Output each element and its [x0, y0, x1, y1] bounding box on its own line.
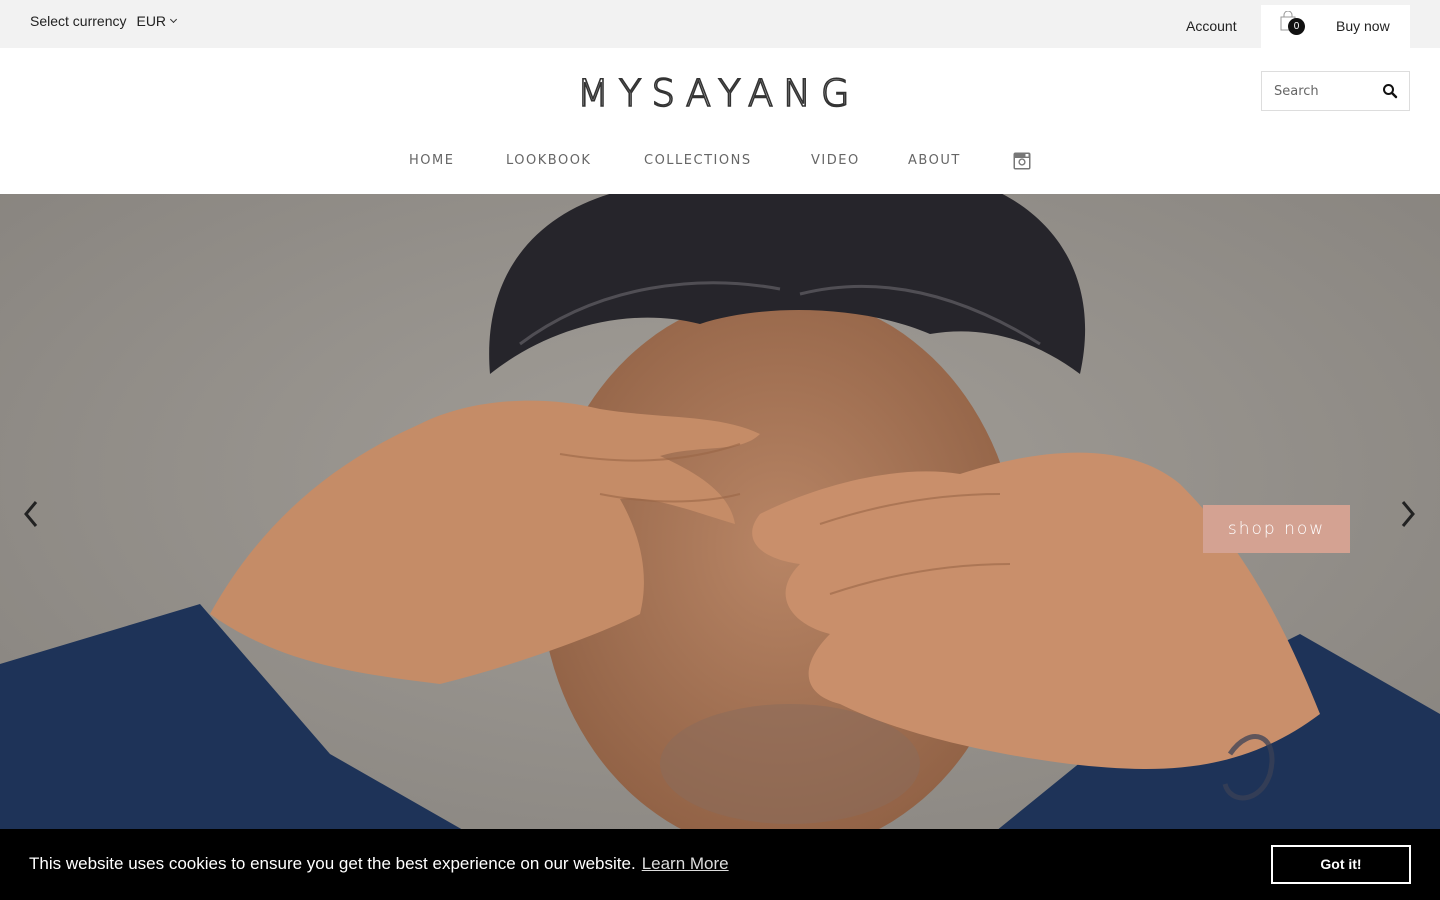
cookie-message: This website uses cookies to ensure you … [29, 854, 729, 874]
cookie-accept-button[interactable]: Got it! [1271, 845, 1411, 884]
nav-collections[interactable]: COLLECTIONS [644, 153, 752, 168]
cart-area[interactable]: 0 Buy now [1261, 5, 1410, 48]
nav-video[interactable]: VIDEO [811, 153, 860, 168]
nav-lookbook[interactable]: LOOKBOOK [506, 153, 591, 168]
buy-now-link[interactable]: Buy now [1336, 18, 1390, 34]
currency-dropdown[interactable]: EUR [136, 13, 178, 29]
slider-next-arrow[interactable] [1398, 499, 1418, 529]
svg-text:MYSAYANG: MYSAYANG [577, 74, 860, 110]
chevron-down-icon [170, 15, 178, 24]
search-box [1261, 71, 1410, 111]
search-input[interactable] [1262, 72, 1377, 110]
nav-home[interactable]: HOME [409, 153, 454, 168]
search-icon[interactable] [1382, 83, 1398, 99]
account-link[interactable]: Account [1186, 18, 1237, 34]
instagram-icon[interactable] [1013, 152, 1031, 170]
cart-count-badge: 0 [1288, 18, 1305, 35]
cookie-text: This website uses cookies to ensure you … [29, 854, 636, 873]
currency-value: EUR [136, 13, 167, 29]
currency-selector: Select currency EUR [30, 13, 178, 29]
top-bar: Select currency EUR Account 0 Buy now [0, 0, 1440, 48]
main-nav: HOME LOOKBOOK COLLECTIONS VIDEO ABOUT [0, 146, 1440, 178]
logo-wordmark: MYSAYANG [576, 71, 860, 116]
site-logo[interactable]: MYSAYANG [576, 71, 867, 116]
shop-now-button[interactable]: shop now [1203, 505, 1350, 553]
cookie-banner: This website uses cookies to ensure you … [0, 829, 1440, 900]
slider-prev-arrow[interactable] [21, 499, 41, 529]
hero-slider: shop now [0, 194, 1440, 900]
currency-label: Select currency [30, 13, 127, 29]
learn-more-link[interactable]: Learn More [642, 854, 729, 873]
nav-about[interactable]: ABOUT [908, 153, 961, 168]
